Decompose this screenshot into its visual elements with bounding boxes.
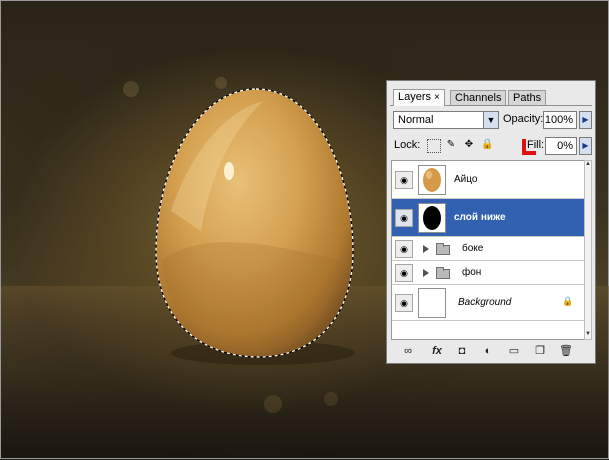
trash-icon[interactable]: 🗑 [559,344,573,358]
opacity-input[interactable]: 100% [543,111,577,129]
layer-name: фон [462,267,482,278]
layers-panel: Layers × Channels Paths Normal ▼ Opacity:… [386,80,596,364]
new-group-icon[interactable]: ▭ [507,344,521,358]
lock-icon: 🔒 [562,296,574,306]
layer-thumbnail [418,203,446,233]
lock-move-icon[interactable]: ✥ [463,139,475,151]
egg-specular [224,162,234,180]
link-layers-icon[interactable]: ∞ [401,344,415,358]
adjustment-layer-icon[interactable]: ◐ [481,344,495,358]
layers-list: ◉ Айцо ◉ слой ниже ◉ боке ◉ фон ◉ Backgr… [391,160,585,340]
layer-row[interactable]: ◉ Background 🔒 [392,285,584,321]
tab-layers-label: Layers [398,91,432,103]
opacity-slider-arrow-icon[interactable]: ▶ [579,111,592,129]
close-icon[interactable]: × [434,92,440,103]
layer-thumbnail [418,288,446,318]
blend-mode-value: Normal [398,114,434,126]
chevron-down-icon[interactable]: ▼ [483,112,498,128]
layer-group-row[interactable]: ◉ боке [392,237,584,261]
blend-mode-select[interactable]: Normal ▼ [393,111,499,129]
add-mask-icon[interactable]: ◘ [455,344,469,358]
fill-slider-arrow-icon[interactable]: ▶ [579,137,592,155]
tab-paths[interactable]: Paths [508,90,547,105]
layer-name: Айцо [454,174,478,185]
lock-transparent-icon[interactable] [427,139,441,153]
layer-name: слой ниже [454,212,506,223]
opacity-label: Opacity: [503,113,544,125]
tab-channels[interactable]: Channels [450,90,507,105]
tab-channels-label: Channels [455,92,502,104]
scroll-up-icon[interactable]: ▲ [585,161,591,169]
bokeh-spot [215,77,227,89]
fill-input[interactable]: 0% [545,137,577,155]
panel-bottom-toolbar: ∞ fx ◘ ◐ ▭ ❐ 🗑 [391,343,591,359]
eye-icon[interactable]: ◉ [395,171,413,189]
new-layer-icon[interactable]: ❐ [533,344,547,358]
layer-name: боке [462,243,484,254]
lock-brush-icon[interactable]: ✎ [445,139,457,151]
eye-icon[interactable]: ◉ [395,240,413,258]
layer-row-selected[interactable]: ◉ слой ниже [392,199,584,237]
bokeh-spot [324,392,338,406]
layer-thumbnail [418,165,446,195]
expand-triangle-icon[interactable] [423,269,429,277]
fx-icon[interactable]: fx [427,344,447,358]
eye-icon[interactable]: ◉ [395,294,413,312]
eye-icon[interactable]: ◉ [395,209,413,227]
tab-paths-label: Paths [513,92,542,104]
lock-label: Lock: [394,139,421,151]
lock-all-icon[interactable]: 🔒 [481,139,493,151]
folder-icon [436,267,450,279]
layer-name: Background [458,297,512,308]
lock-row: Lock: ✎ ✥ 🔒 Fill: 0% ▶ [391,137,592,157]
scrollbar[interactable]: ▲ ▼ [584,160,592,340]
fill-label: Fill: [527,139,545,151]
tab-layers[interactable]: Layers × [393,89,445,106]
folder-icon [436,243,450,255]
eye-icon[interactable]: ◉ [395,264,413,282]
layer-row[interactable]: ◉ Айцо [392,161,584,199]
scroll-down-icon[interactable]: ▼ [585,331,591,339]
blend-row: Normal ▼ Opacity: 100% ▶ [391,111,592,131]
bokeh-spot [123,81,139,97]
expand-triangle-icon[interactable] [423,245,429,253]
bokeh-spot [264,395,282,413]
panel-tabs: Layers × Channels Paths [390,87,592,106]
layer-group-row[interactable]: ◉ фон [392,261,584,285]
